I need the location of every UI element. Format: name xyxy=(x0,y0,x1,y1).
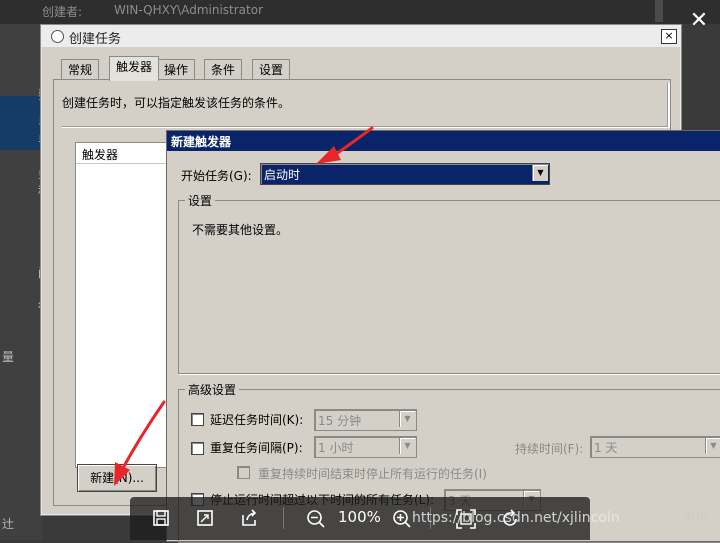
watermark-extra: 906 xyxy=(682,510,709,526)
panel-description: 创建任务时，可以指定触发该任务的条件。 xyxy=(62,96,291,110)
tab-triggers[interactable]: 触发器 xyxy=(109,56,160,81)
begin-task-value: 启动时 xyxy=(264,168,301,182)
stop-at-end-label: 重复持续时间结束时停止所有运行的任务(I) xyxy=(258,467,487,481)
duration-select[interactable]: 1 天 ▼ xyxy=(590,436,720,458)
save-icon[interactable] xyxy=(152,509,170,531)
trigger-column-header[interactable]: 触发器 xyxy=(76,143,172,164)
begin-task-select[interactable]: 启动时 ▼ xyxy=(260,163,550,185)
new-trigger-title-bar: 新建触发器 xyxy=(167,131,720,151)
advanced-group-label: 高级设置 xyxy=(185,381,240,398)
trigger-column-label: 触发器 xyxy=(82,148,119,162)
divider xyxy=(62,126,670,128)
repeat-interval-value: 1 小时 xyxy=(318,441,354,455)
zoom-in-icon[interactable] xyxy=(392,509,412,533)
close-button[interactable]: × xyxy=(661,29,677,44)
tab-settings[interactable]: 设置 xyxy=(252,59,291,80)
new-trigger-dialog: 新建触发器 开始任务(G): 启动时 ▼ 设置 不需要其他设置。 高级设置 延迟… xyxy=(166,130,720,543)
viewer-close-icon[interactable]: ✕ xyxy=(688,10,710,32)
chevron-down-icon[interactable]: ▼ xyxy=(399,438,415,454)
background-bar xyxy=(655,0,663,22)
chevron-down-icon[interactable]: ▼ xyxy=(532,165,548,181)
settings-group-label: 设置 xyxy=(185,192,216,209)
tab-actions[interactable]: 操作 xyxy=(157,59,196,80)
background-selection-stripe xyxy=(0,96,42,150)
duration-label: 持续时间(F): xyxy=(515,442,584,456)
bg-text: 量 xyxy=(2,350,15,364)
delay-task-label: 延迟任务时间(K): xyxy=(210,413,304,427)
repeat-task-label: 重复任务间隔(P): xyxy=(210,441,303,455)
tab-general[interactable]: 常规 xyxy=(61,59,100,80)
watermark-url: https://blog.csdn.net/xjlincoln xyxy=(412,510,620,526)
background-header: 创建者: WIN-QHXY\Administrator xyxy=(0,0,720,24)
duration-value: 1 天 xyxy=(594,441,618,455)
delay-task-value: 15 分钟 xyxy=(318,414,362,428)
delay-task-checkbox[interactable] xyxy=(191,413,204,426)
divider xyxy=(667,83,670,127)
zoom-out-icon[interactable] xyxy=(306,509,326,533)
chevron-down-icon[interactable]: ▼ xyxy=(705,438,720,454)
creator-label: 创建者: xyxy=(42,5,83,19)
dialog-title-bar: 创建任务 × xyxy=(41,25,681,47)
stop-at-end-checkbox[interactable] xyxy=(237,466,250,479)
settings-text: 不需要其他设置。 xyxy=(192,223,289,237)
bg-text: 辻 xyxy=(2,517,15,531)
trigger-list[interactable]: 触发器 xyxy=(75,142,173,468)
begin-task-label: 开始任务(G): xyxy=(181,169,252,183)
delay-task-select[interactable]: 15 分钟 ▼ xyxy=(314,409,417,431)
share-icon[interactable] xyxy=(240,509,258,531)
resize-icon[interactable] xyxy=(196,509,214,531)
dialog-title: 创建任务 xyxy=(69,32,122,47)
clock-icon xyxy=(51,30,64,43)
new-trigger-title: 新建触发器 xyxy=(171,135,232,149)
repeat-interval-select[interactable]: 1 小时 ▼ xyxy=(314,436,417,458)
tab-conditions[interactable]: 条件 xyxy=(204,59,243,80)
chevron-down-icon[interactable]: ▼ xyxy=(399,411,415,427)
toolbar-divider xyxy=(283,507,284,529)
new-trigger-button[interactable]: 新建(N)... xyxy=(77,464,157,492)
zoom-level: 100% xyxy=(338,508,381,526)
repeat-task-checkbox[interactable] xyxy=(191,442,204,455)
creator-value: WIN-QHXY\Administrator xyxy=(114,3,264,17)
